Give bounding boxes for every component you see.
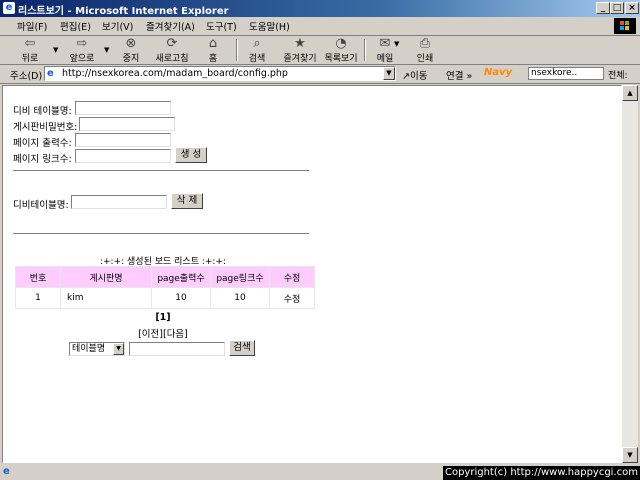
status-bar: e Copyright(c) http://www.happycgi.com	[0, 464, 640, 480]
board-search-button[interactable]: 검색	[229, 340, 255, 356]
scroll-up-icon[interactable]: ▲	[622, 85, 638, 101]
title-bar: e 리스트보기 - Microsoft Internet Explorer _ …	[0, 0, 640, 17]
board-password-input[interactable]	[79, 117, 175, 131]
toolbar-separator	[236, 39, 238, 61]
address-label: 주소(D)	[10, 71, 43, 82]
table-header-row: 번호 게시판명 page출력수 page링크수 수정	[15, 266, 315, 288]
links-button[interactable]: 연결 »	[446, 68, 472, 82]
cell-page-output: 10	[151, 287, 211, 309]
favorites-icon: ★	[294, 36, 306, 51]
ie-icon: e	[3, 2, 15, 14]
windows-logo-icon	[614, 18, 636, 34]
print-button[interactable]: ⎙ 인쇄	[410, 36, 440, 65]
table-row: 1 kim 10 10 수정	[15, 287, 315, 309]
window-title: 리스트보기 - Microsoft Internet Explorer	[18, 6, 229, 17]
page-output-input[interactable]	[75, 133, 171, 147]
home-button[interactable]: ⌂ 홈	[198, 36, 228, 65]
search-button[interactable]: ⌕ 검색	[242, 36, 272, 65]
delete-table-input[interactable]	[71, 195, 167, 209]
menu-file[interactable]: 파일(F)	[17, 19, 47, 33]
page-content: 디비 테이블명: 게시판비밀번호: 페이지 출력수: 페이지 링크수: 생 성 …	[2, 85, 622, 463]
board-table: 번호 게시판명 page출력수 page링크수 수정 1 kim 10 10 수…	[15, 266, 315, 309]
page-link-input[interactable]	[75, 149, 171, 163]
search-field-select[interactable]: 테이블명 ▼	[69, 342, 125, 356]
col-page-output-header: page출력수	[151, 266, 211, 288]
db-table-input[interactable]	[75, 101, 171, 115]
page-icon: e	[47, 68, 54, 79]
col-board-name-header: 게시판명	[60, 266, 152, 288]
forward-arrow-icon: ⇨	[76, 36, 88, 51]
select-arrow-icon[interactable]: ▼	[113, 343, 124, 355]
scroll-down-icon[interactable]: ▼	[622, 447, 638, 463]
search-scope-label[interactable]: 전체:	[608, 68, 628, 81]
navy-logo: Navy	[484, 67, 513, 78]
col-page-link-header: page링크수	[210, 266, 270, 288]
back-dropdown-icon[interactable]: ▼	[53, 46, 58, 54]
create-button[interactable]: 생 성	[175, 147, 207, 163]
cell-number: 1	[15, 287, 61, 309]
maximize-button[interactable]: □	[610, 2, 624, 14]
stop-icon: ⊗	[125, 36, 137, 51]
search-icon: ⌕	[253, 36, 261, 51]
go-label: 이동	[409, 71, 428, 82]
mail-icon: ✉	[379, 36, 391, 51]
close-button[interactable]: ×	[625, 2, 639, 14]
page-link-label: 페이지 링크수:	[13, 154, 72, 165]
page-status-icon: e	[3, 466, 10, 477]
address-input[interactable]: e http://nsexkorea.com/madam_board/confi…	[44, 66, 396, 81]
mail-dropdown-icon[interactable]: ▼	[394, 40, 399, 48]
address-bar: 주소(D) e http://nsexkorea.com/madam_board…	[0, 65, 640, 84]
menu-edit[interactable]: 편집(E)	[60, 19, 91, 33]
toolbar: ⇦ 뒤로 ▼ ⇨ 앞으로 ▼ ⊗ 중지 ⟳ 새로고침 ⌂ 홈 ⌕ 검색 ★ 즐겨…	[0, 36, 640, 65]
cell-board-name[interactable]: kim	[60, 287, 152, 309]
col-edit-header: 수정	[269, 266, 315, 288]
home-icon: ⌂	[208, 36, 218, 51]
menu-bar: 파일(F) 편집(E) 보기(V) 즐겨찾기(A) 도구(T) 도움말(H)	[0, 17, 640, 36]
history-button[interactable]: ◔ 목록보기	[322, 36, 360, 65]
edit-link[interactable]: 수정	[269, 287, 315, 309]
cell-page-link: 10	[210, 287, 270, 309]
divider	[13, 233, 309, 235]
address-url: http://nsexkorea.com/madam_board/config.…	[62, 68, 288, 79]
col-number-header: 번호	[15, 266, 61, 288]
refresh-button[interactable]: ⟳ 새로고침	[150, 36, 194, 65]
toolbar-search-input[interactable]: nsexkore..	[528, 67, 604, 80]
back-button[interactable]: ⇦ 뒤로	[10, 36, 50, 65]
menu-tools[interactable]: 도구(T)	[206, 19, 237, 33]
board-search-input[interactable]	[129, 342, 225, 356]
minimize-button[interactable]: _	[596, 2, 610, 14]
page-number-link[interactable]: [1]	[3, 312, 323, 323]
divider	[13, 170, 309, 172]
go-button[interactable]: ↗이동	[402, 68, 427, 82]
menu-view[interactable]: 보기(V)	[102, 19, 133, 33]
delete-table-label: 디비테이블명:	[13, 200, 69, 211]
favorites-button[interactable]: ★ 즐겨찾기	[280, 36, 320, 65]
page-output-label: 페이지 출력수:	[13, 138, 72, 149]
back-arrow-icon: ⇦	[24, 36, 36, 51]
forward-button[interactable]: ⇨ 앞으로	[62, 36, 102, 65]
db-table-label: 디비 테이블명:	[13, 106, 72, 117]
toolbar-separator	[364, 39, 366, 61]
address-dropdown-icon[interactable]: ▼	[383, 67, 395, 80]
copyright-text: Copyright(c) http://www.happycgi.com	[442, 466, 640, 480]
prev-next-links[interactable]: [이전][다음]	[3, 326, 323, 340]
refresh-icon: ⟳	[166, 36, 178, 51]
board-password-label: 게시판비밀번호:	[13, 122, 78, 133]
stop-button[interactable]: ⊗ 중지	[114, 36, 148, 65]
delete-button[interactable]: 삭 제	[171, 193, 203, 209]
search-field-value: 테이블명	[72, 344, 106, 354]
menu-favorites[interactable]: 즐겨찾기(A)	[146, 19, 195, 33]
history-icon: ◔	[335, 36, 347, 51]
printer-icon: ⎙	[419, 36, 431, 51]
forward-dropdown-icon[interactable]: ▼	[104, 46, 109, 54]
vertical-scrollbar[interactable]: ▲ ▼	[622, 85, 638, 463]
menu-help[interactable]: 도움말(H)	[249, 19, 290, 33]
